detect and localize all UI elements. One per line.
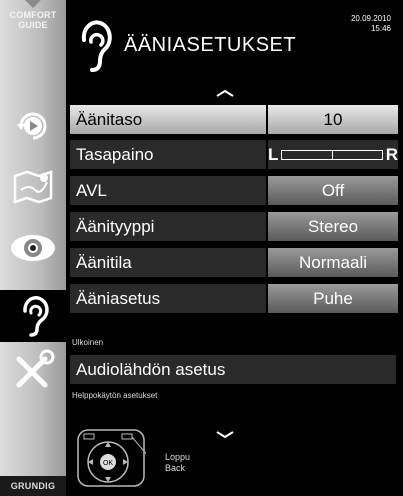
balance-slider[interactable]: L R [268, 140, 398, 169]
comfort-guide-label: COMFORT GUIDE [9, 10, 57, 30]
menu-row-label: Äänitila [70, 248, 266, 277]
balance-left-label: L [268, 145, 279, 164]
playback-icon [17, 112, 47, 140]
screen: COMFORT GUIDE GRUNDIG ÄÄNIASETUKSET 20.0… [0, 0, 403, 496]
menu-row-label: Tasapaino [70, 140, 266, 169]
map-icon [13, 170, 53, 204]
eye-icon [11, 235, 55, 261]
remote-legend: Loppu Back [165, 452, 190, 474]
menu-row-sound-mode[interactable]: Äänitila Normaali [70, 248, 398, 277]
menu-row-audio-output[interactable]: Audiolähdön asetus [70, 355, 398, 384]
menu-row-label: Äänitaso [70, 105, 266, 134]
header-ear-icon [81, 20, 112, 72]
arrow-down-icon [25, 0, 41, 8]
menu-row-sound-preset[interactable]: Ääniasetus Puhe [70, 284, 398, 313]
comfort-guide[interactable]: COMFORT GUIDE [0, 0, 66, 74]
ok-label: OK [103, 460, 113, 467]
sidebar-item-playback[interactable] [0, 100, 66, 152]
ear-icon [23, 296, 49, 337]
page-title: ÄÄNIASETUKSET [124, 34, 297, 56]
menu-row-label: AVL [70, 176, 266, 205]
legend-back: Back [165, 463, 186, 473]
scroll-down-icon[interactable] [215, 430, 235, 440]
menu-row-label: Äänityyppi [70, 212, 266, 241]
menu-row-sound-type[interactable]: Äänityyppi Stereo [70, 212, 398, 241]
brand-logo: GRUNDIG [0, 476, 66, 496]
balance-bar [281, 149, 383, 160]
menu-row-label: Ääniasetus [70, 284, 266, 313]
sidebar-item-sound[interactable] [0, 290, 70, 342]
sidebar-item-map[interactable] [0, 160, 66, 212]
sidebar-item-picture[interactable] [0, 222, 66, 274]
menu-row-balance[interactable]: Tasapaino L R [70, 140, 398, 169]
balance-marker [332, 150, 334, 159]
sidebar: COMFORT GUIDE GRUNDIG [0, 0, 70, 496]
sidebar-item-settings[interactable] [0, 345, 66, 397]
tools-icon [16, 349, 55, 388]
section-outside: Ulkoinen [72, 338, 104, 347]
menu-row-value: 10 [268, 105, 398, 134]
menu-row-value: Stereo [268, 212, 398, 241]
section-accessibility: Helppokäytön asetukset [72, 391, 158, 400]
menu-row-avl[interactable]: AVL Off [70, 176, 398, 205]
datetime: 20.09.2010 15:46 [351, 14, 391, 34]
remote-control-icon: OK [77, 429, 146, 487]
menu-row-value: Normaali [268, 248, 398, 277]
balance-right-label: R [385, 145, 398, 164]
scroll-up-icon[interactable] [215, 88, 235, 98]
menu-row-label: Audiolähdön asetus [70, 355, 396, 384]
menu-row-value: Off [268, 176, 398, 205]
time: 15:46 [370, 24, 391, 33]
menu-row-value: Puhe [268, 284, 398, 313]
menu-row-volume[interactable]: Äänitaso 10 [70, 105, 398, 134]
legend-end: Loppu [165, 452, 191, 462]
date: 20.09.2010 [350, 14, 391, 23]
